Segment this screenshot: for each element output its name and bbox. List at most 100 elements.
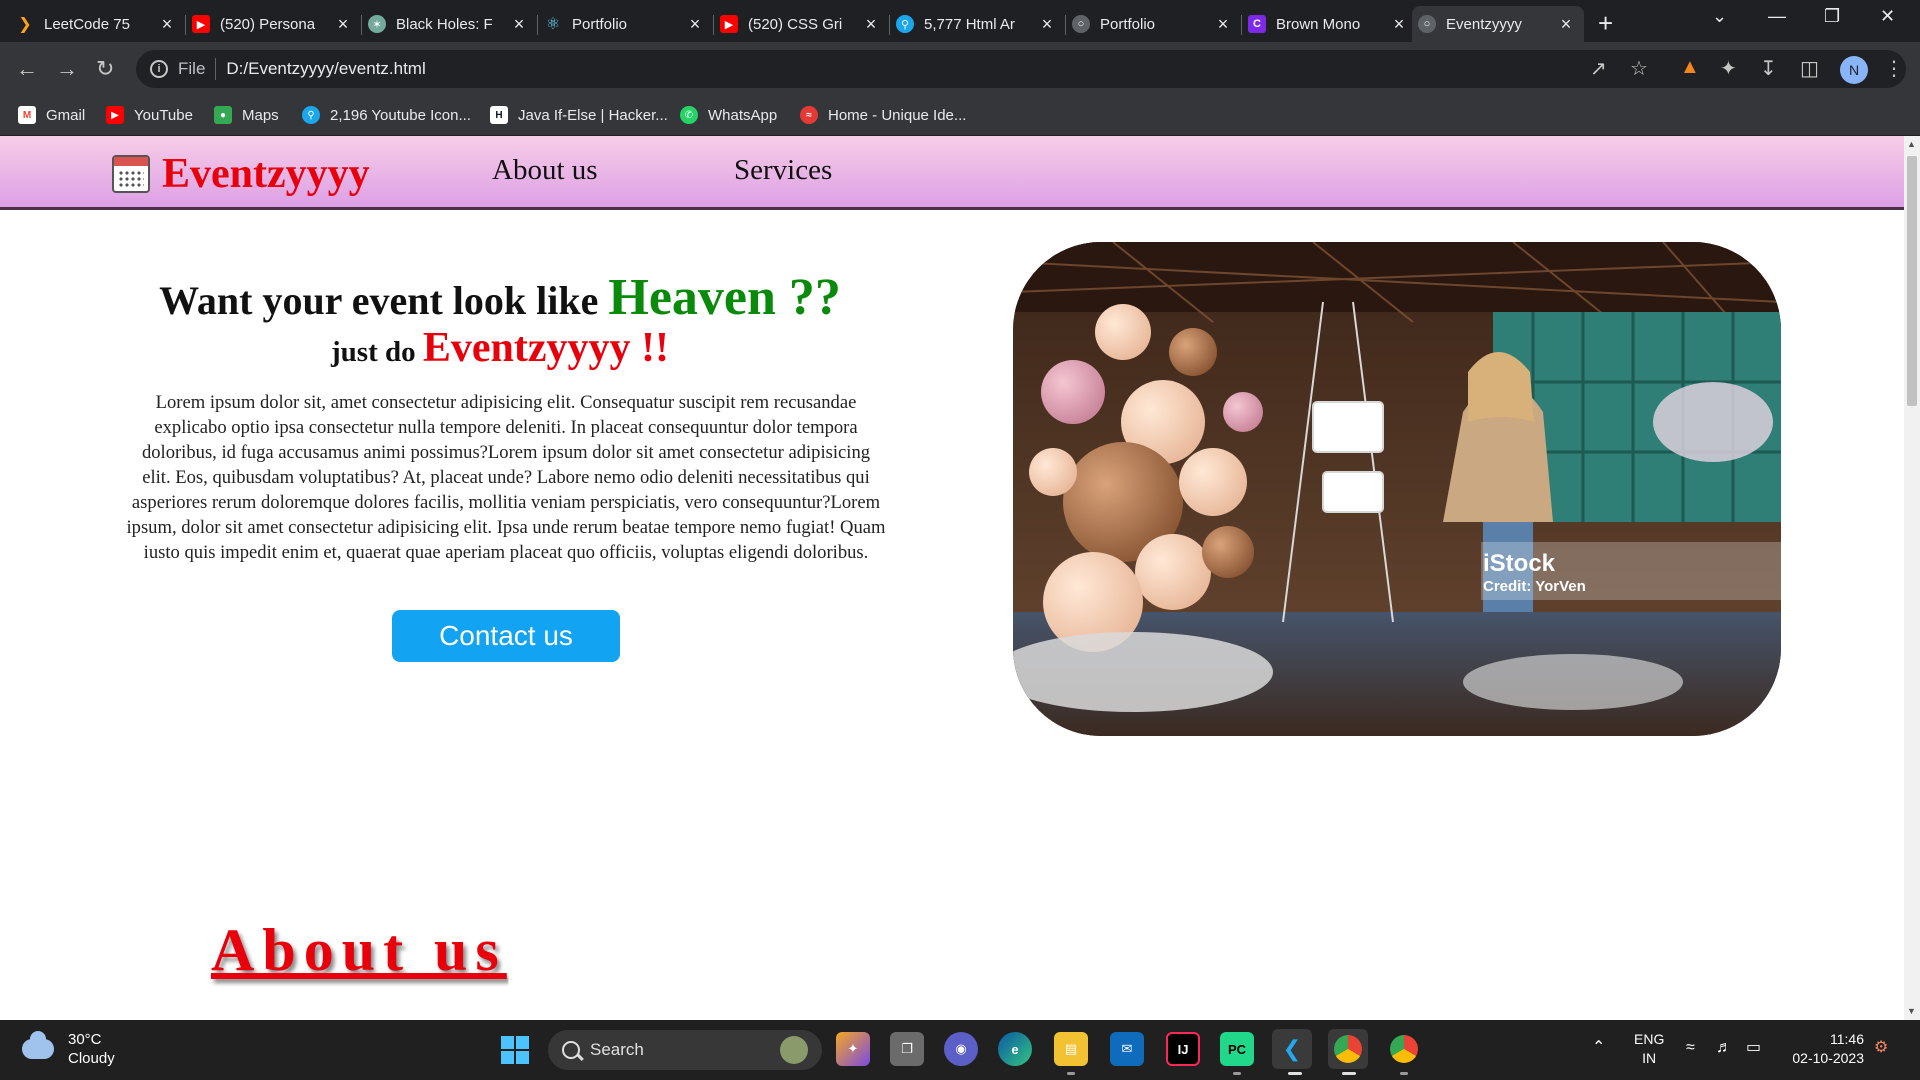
language-region: IN	[1642, 1050, 1657, 1066]
tab-title: 5,777 Html Ar	[924, 15, 1015, 33]
volume-icon[interactable]: ♬	[1716, 1038, 1732, 1057]
tab-title: Portfolio	[1100, 15, 1156, 33]
address-scheme-label: File	[178, 59, 206, 78]
globe-icon: ○	[1418, 15, 1436, 33]
close-tab-icon[interactable]: ×	[509, 14, 529, 35]
tab-title: Eventzyyyy	[1446, 15, 1522, 33]
back-icon[interactable]: ←	[16, 56, 38, 82]
profile-avatar[interactable]: N	[1840, 56, 1868, 84]
browser-tab[interactable]: ✶ Black Holes: F ×	[362, 6, 538, 42]
nav-link-services[interactable]: Services	[734, 154, 832, 187]
tab-title: Black Holes: F	[396, 15, 493, 33]
forward-icon[interactable]: →	[56, 56, 78, 82]
windows-taskbar: 30°C Cloudy Search ✦ ❐ ◉ e ▤ ✉ IJ PC ❮ ⌃…	[0, 1020, 1920, 1080]
hero-subheading: just do Eventzyyyy !!	[0, 324, 1000, 372]
bookmark-gmail[interactable]: M Gmail	[18, 106, 85, 124]
battery-icon[interactable]: ▭	[1746, 1038, 1761, 1057]
scroll-down-arrow-icon[interactable]: ▼	[1907, 1006, 1916, 1016]
windows-start-icon[interactable]	[501, 1036, 529, 1064]
show-hidden-icons-chevron-icon[interactable]: ⌃	[1592, 1038, 1605, 1057]
browser-tab[interactable]: ⚲ 5,777 Html Ar ×	[890, 6, 1066, 42]
teams-chat-icon[interactable]: ◉	[944, 1032, 978, 1066]
nav-link-about-us[interactable]: About us	[492, 154, 598, 187]
running-indicator	[1067, 1072, 1075, 1075]
bookmarks-bar: M Gmail ▶ YouTube ● Maps ⚲ 2,196 Youtube…	[0, 96, 1920, 136]
chrome-profile-icon[interactable]	[1328, 1029, 1368, 1069]
gmail-icon: M	[18, 106, 36, 124]
browser-tab[interactable]: ⚛ Portfolio ×	[538, 6, 714, 42]
tab-search-chevron-icon[interactable]: ⌄	[1712, 6, 1727, 27]
bookmark-youtube[interactable]: ▶ YouTube	[106, 106, 193, 124]
taskbar-search[interactable]: Search	[548, 1030, 822, 1070]
download-icon[interactable]: ↧	[1760, 56, 1777, 81]
bookmark-whatsapp[interactable]: ✆ WhatsApp	[680, 106, 777, 124]
language-indicator[interactable]: ENG IN	[1634, 1030, 1664, 1068]
cloudy-weather-icon	[22, 1031, 54, 1059]
close-tab-icon[interactable]: ×	[861, 14, 881, 35]
browser-tab[interactable]: ▶ (520) Persona ×	[186, 6, 362, 42]
close-tab-icon[interactable]: ×	[1037, 14, 1057, 35]
site-logo[interactable]: Eventzyyyy	[112, 150, 370, 198]
bookmark-maps[interactable]: ● Maps	[214, 106, 279, 124]
bookmark-youtube-icons[interactable]: ⚲ 2,196 Youtube Icon...	[302, 106, 471, 124]
maps-icon: ●	[214, 106, 232, 124]
system-clock[interactable]: 11:46 02-10-2023	[1786, 1030, 1864, 1068]
vscode-icon[interactable]: ❮	[1272, 1029, 1312, 1069]
browser-tab[interactable]: ○ Portfolio ×	[1066, 6, 1242, 42]
close-tab-icon[interactable]: ×	[157, 14, 177, 35]
edge-icon[interactable]: e	[998, 1032, 1032, 1066]
image-credit: Credit: YorVen	[1483, 578, 1586, 595]
restore-icon[interactable]: ❐	[1824, 6, 1840, 27]
tab-title: Portfolio	[572, 15, 628, 33]
bookmark-label: 2,196 Youtube Icon...	[330, 106, 471, 124]
task-view-icon[interactable]: ❐	[890, 1032, 924, 1066]
bookmark-home-unique[interactable]: ≈ Home - Unique Ide...	[800, 106, 966, 124]
chrome-icon[interactable]	[1384, 1029, 1424, 1069]
taskbar-search-placeholder: Search	[590, 1040, 644, 1059]
browser-tab-strip: ❯ LeetCode 75 × ▶ (520) Persona × ✶ Blac…	[0, 0, 1920, 42]
weather-temperature: 30°C	[68, 1031, 102, 1048]
brand-name: Eventzyyyy	[162, 151, 370, 197]
hero-heading-prefix: Want your event look like	[159, 278, 609, 323]
address-url[interactable]: D:/Eventzyyyy/eventz.html	[226, 59, 425, 79]
browser-tab[interactable]: C Brown Mono ×	[1242, 6, 1417, 42]
extensions-icon[interactable]: ✦	[1720, 56, 1737, 81]
file-explorer-icon[interactable]: ▤	[1054, 1032, 1088, 1066]
close-tab-icon[interactable]: ×	[1556, 14, 1576, 35]
minimize-icon[interactable]: —	[1768, 6, 1786, 27]
mail-icon[interactable]: ✉	[1110, 1032, 1144, 1066]
close-tab-icon[interactable]: ×	[1213, 14, 1233, 35]
menu-kebab-icon[interactable]: ⋮	[1884, 56, 1904, 81]
notification-bell-icon[interactable]: ⚙	[1874, 1038, 1888, 1057]
copilot-preview-icon[interactable]: ✦	[836, 1032, 870, 1066]
close-tab-icon[interactable]: ×	[1389, 14, 1409, 35]
bookmark-label: Maps	[242, 106, 279, 124]
intellij-icon[interactable]: IJ	[1166, 1032, 1200, 1066]
info-icon[interactable]: i	[150, 60, 168, 78]
image-watermark: iStock	[1483, 550, 1556, 577]
close-window-icon[interactable]: ✕	[1880, 6, 1895, 27]
metamask-icon[interactable]: ▲	[1680, 56, 1700, 79]
tab-title: (520) Persona	[220, 15, 316, 33]
bookmark-hackerrank[interactable]: H Java If-Else | Hacker...	[490, 106, 668, 124]
share-icon[interactable]: ↗	[1590, 56, 1607, 81]
browser-tab-active[interactable]: ○ Eventzyyyy ×	[1412, 6, 1584, 42]
tab-title: (520) CSS Gri	[748, 15, 843, 33]
address-divider	[215, 58, 217, 80]
close-tab-icon[interactable]: ×	[333, 14, 353, 35]
close-tab-icon[interactable]: ×	[685, 14, 705, 35]
reload-icon[interactable]: ↻	[96, 56, 114, 82]
pycharm-icon[interactable]: PC	[1220, 1032, 1254, 1066]
scrollbar-thumb[interactable]	[1907, 156, 1917, 406]
running-indicator	[1288, 1072, 1302, 1075]
scroll-up-arrow-icon[interactable]: ▲	[1907, 139, 1916, 149]
wifi-icon[interactable]: ≈	[1686, 1038, 1695, 1057]
page-scrollbar[interactable]: ▲ ▼	[1904, 136, 1920, 1020]
bookmark-star-icon[interactable]: ☆	[1630, 56, 1648, 81]
browser-tab[interactable]: ▶ (520) CSS Gri ×	[714, 6, 890, 42]
weather-widget[interactable]: 30°C Cloudy	[22, 1030, 115, 1068]
contact-us-button[interactable]: Contact us	[392, 610, 620, 662]
browser-tab[interactable]: ❯ LeetCode 75 ×	[10, 6, 186, 42]
new-tab-icon[interactable]: +	[1598, 8, 1613, 39]
side-panel-icon[interactable]: ◫	[1800, 56, 1819, 81]
